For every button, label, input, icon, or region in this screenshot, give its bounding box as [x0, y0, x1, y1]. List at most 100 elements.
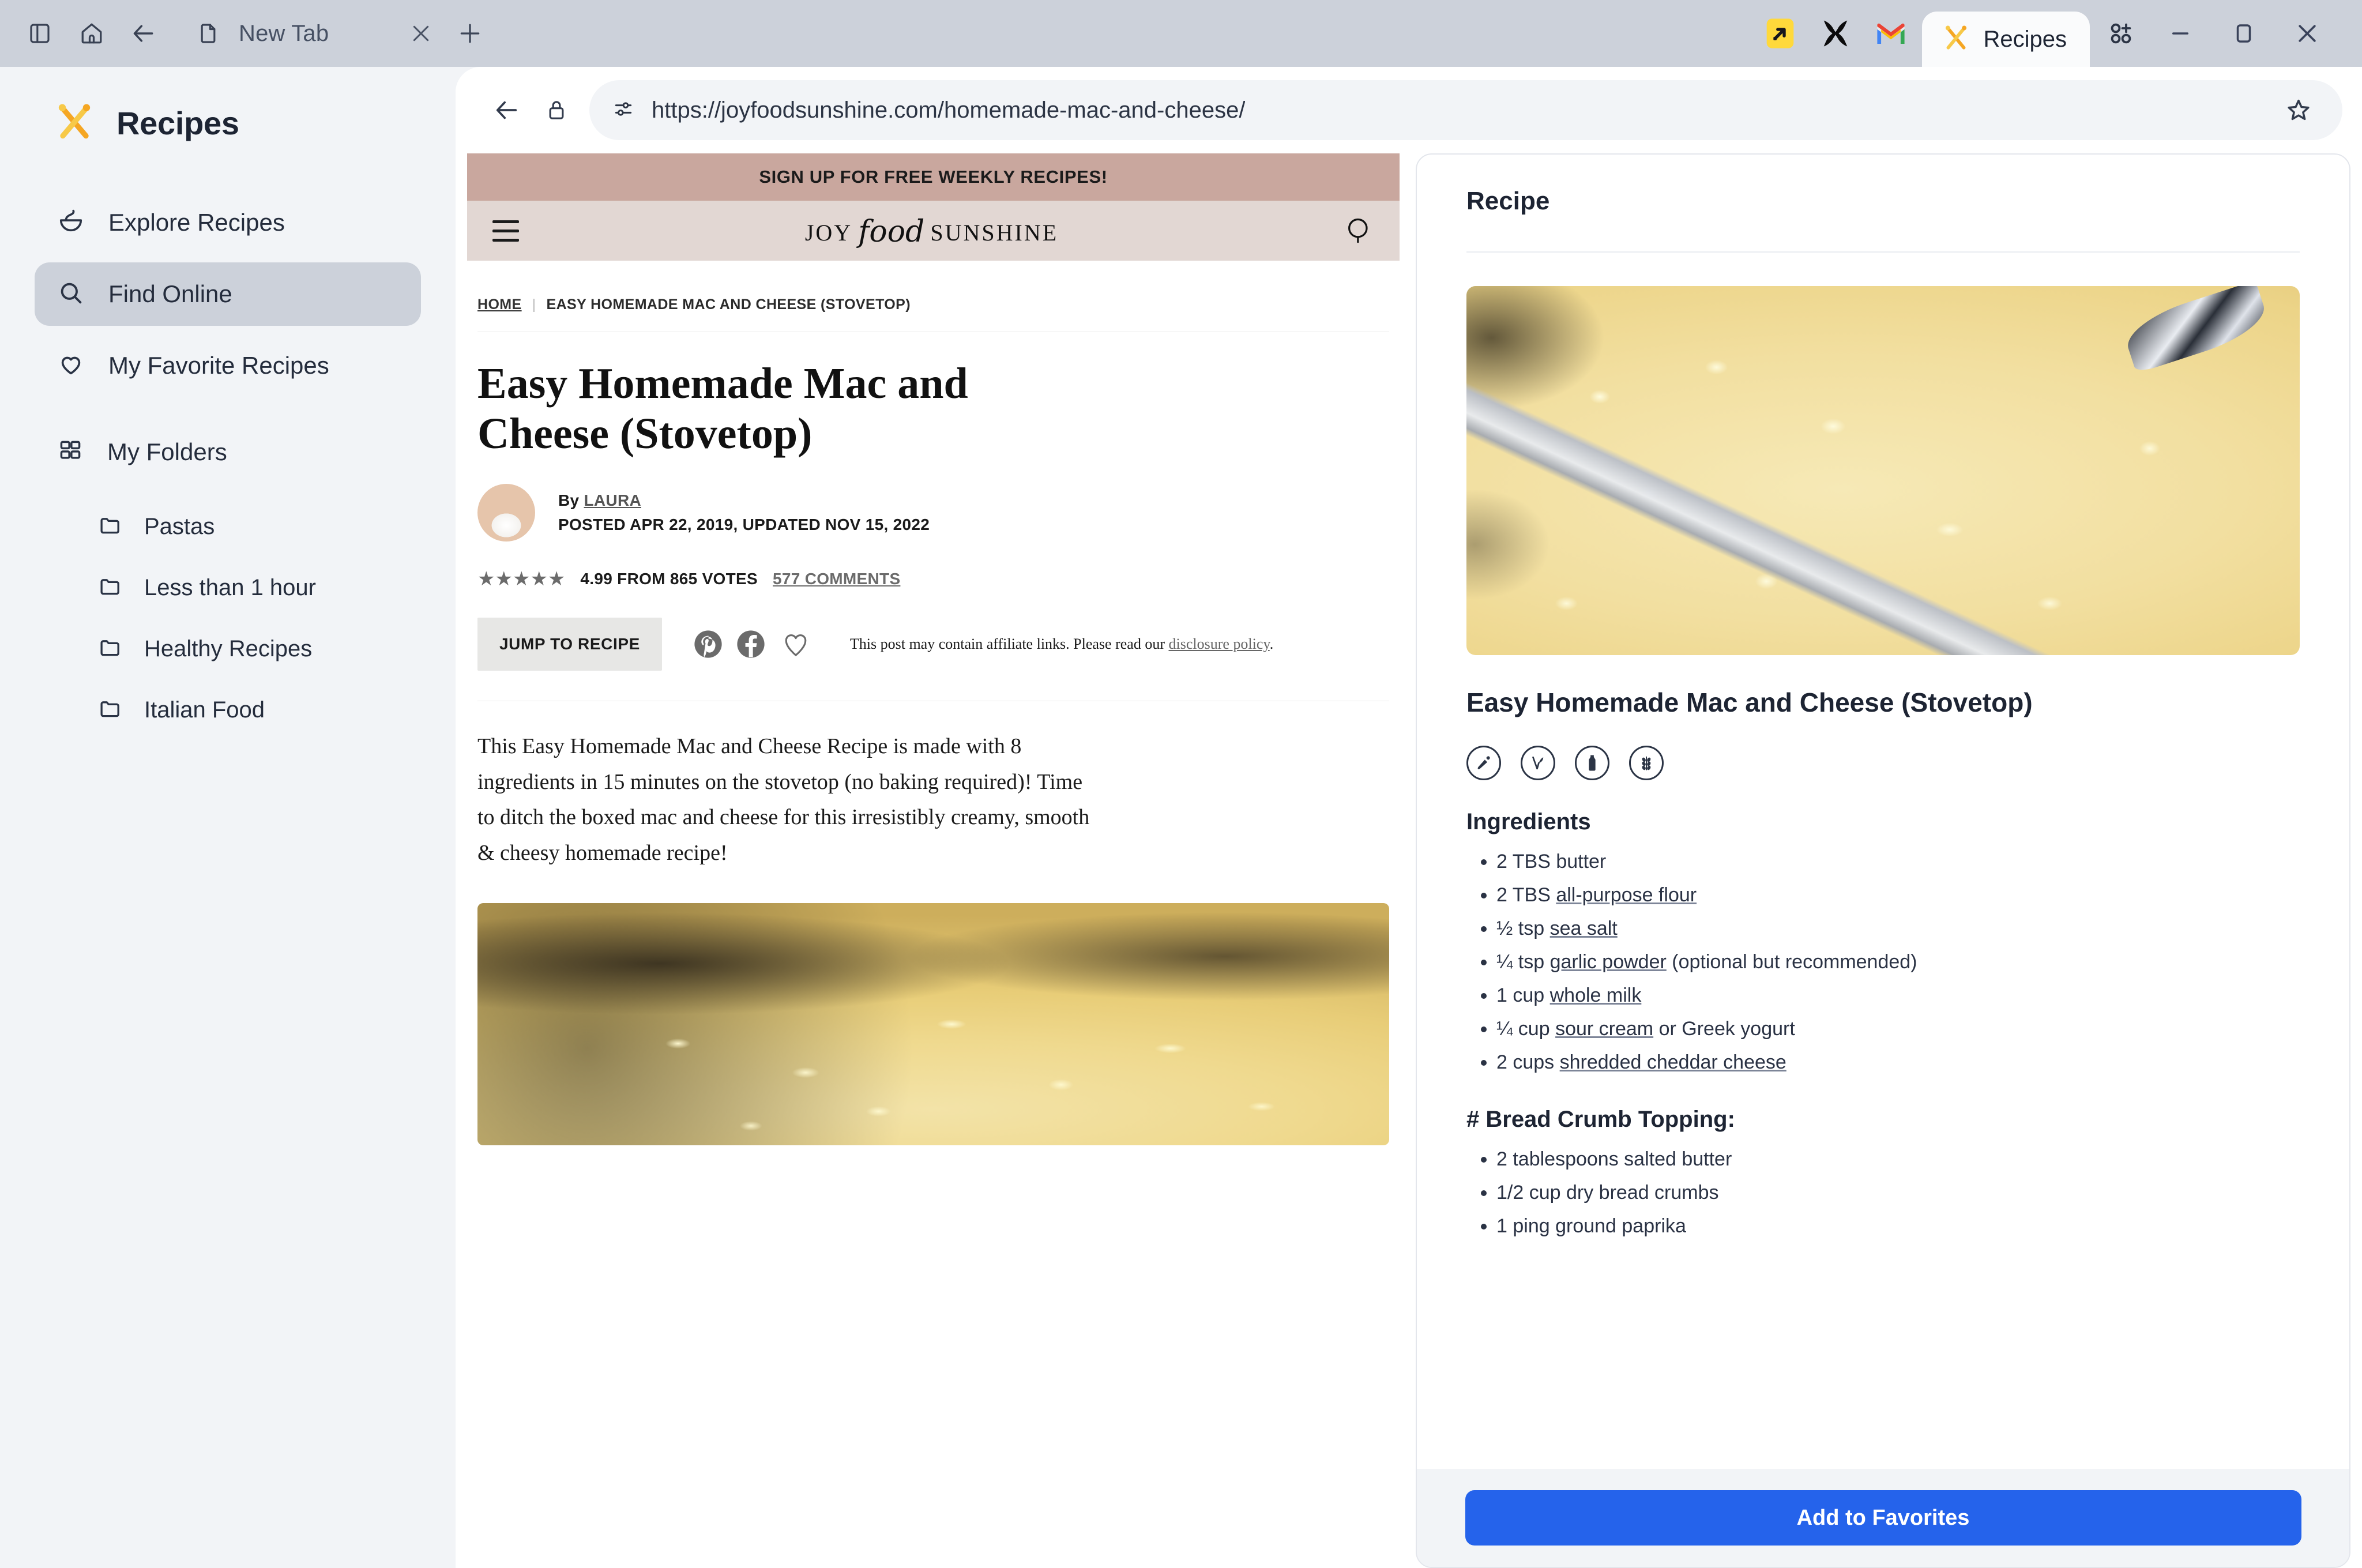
sidebar-item-label: Explore Recipes: [108, 209, 285, 236]
sidebar-item-label: My Folders: [107, 438, 227, 465]
save-heart-icon[interactable]: [777, 626, 814, 663]
affiliate-disclosure: This post may contain affiliate links. P…: [850, 636, 1273, 653]
folder-icon: [98, 697, 122, 724]
sidebar-toggle-icon[interactable]: [22, 16, 58, 51]
gmail-extension-icon[interactable]: [1863, 0, 1919, 67]
ingredient-text: butter: [1556, 851, 1607, 873]
folder-icon: [98, 574, 122, 601]
folder-icon: [98, 636, 122, 663]
list-item: 2 cups shredded cheddar cheese: [1496, 1050, 2300, 1076]
add-to-favorites-button[interactable]: Add to Favorites: [1465, 1490, 2301, 1546]
ingredient-link[interactable]: sour cream: [1555, 1018, 1653, 1040]
promo-banner[interactable]: SIGN UP FOR FREE WEEKLY RECIPES!: [467, 153, 1400, 201]
ingredient-link[interactable]: whole milk: [1550, 984, 1642, 1006]
vegan-v-icon[interactable]: [1521, 746, 1555, 781]
ingredient-amount: ¼ cup: [1496, 1017, 1556, 1040]
jump-to-recipe-button[interactable]: JUMP TO RECIPE: [477, 618, 662, 671]
logo-script: food: [858, 215, 925, 249]
wheat-icon[interactable]: [1629, 746, 1664, 781]
logo-part2: SUNSHINE: [930, 220, 1059, 246]
spoon-icon: [2120, 286, 2271, 373]
back-arrow-icon[interactable]: [482, 85, 532, 135]
disclosure-policy-link[interactable]: disclosure policy: [1168, 636, 1269, 652]
hero-image: [477, 903, 1389, 1146]
ingredient-text: 2 tablespoons salted butter: [1496, 1148, 1732, 1171]
list-item: ¼ cup sour cream or Greek yogurt: [1496, 1016, 2300, 1043]
ingredient-link[interactable]: all-purpose flour: [1556, 884, 1697, 906]
dietary-badges: [1466, 746, 2300, 781]
byline-prefix: By: [558, 491, 580, 510]
milk-bottle-icon[interactable]: [1575, 746, 1609, 781]
lock-icon[interactable]: [532, 85, 581, 135]
search-icon[interactable]: [1344, 216, 1374, 246]
browser-toolbar: https://joyfoodsunshine.com/homemade-mac…: [456, 67, 2362, 153]
grid-icon: [58, 438, 83, 467]
recipe-panel-scroll[interactable]: Recipe Easy Homemade Mac and Cheese (Sto…: [1417, 155, 2349, 1469]
minimize-button[interactable]: [2149, 0, 2212, 67]
x-extension-icon[interactable]: [1808, 0, 1863, 67]
ingredients-heading: Ingredients: [1466, 809, 1591, 835]
titlebar-left-controls: [0, 16, 161, 51]
list-item: ½ tsp sea salt: [1496, 916, 2300, 942]
ingredient-amount: 1 cup: [1496, 984, 1550, 1006]
sidebar-item-explore-recipes[interactable]: Explore Recipes: [35, 191, 421, 254]
sidebar-item-find-online[interactable]: Find Online: [35, 262, 421, 326]
logo-part1: JOY: [804, 220, 853, 246]
recipe-panel: Recipe Easy Homemade Mac and Cheese (Sto…: [1416, 153, 2350, 1568]
hamburger-icon[interactable]: [492, 220, 519, 242]
app-window: New Tab Recipes Recipes Explore Recipes …: [0, 0, 2362, 1568]
tab-title: New Tab: [239, 20, 329, 46]
close-window-button[interactable]: [2276, 0, 2339, 67]
list-item: 1 ping ground paprika: [1496, 1213, 2300, 1240]
site-logo[interactable]: JOY food SUNSHINE: [519, 213, 1344, 249]
tab-new-tab[interactable]: New Tab: [190, 0, 334, 67]
comments-link[interactable]: 577 COMMENTS: [773, 570, 900, 588]
breadcrumb-home[interactable]: HOME: [477, 296, 522, 313]
article-intro: This Easy Homemade Mac and Cheese Recipe…: [477, 734, 1090, 865]
folder-icon: [98, 513, 122, 540]
url-bar[interactable]: https://joyfoodsunshine.com/homemade-mac…: [589, 80, 2342, 140]
ingredient-amount: 2 TBS: [1496, 851, 1556, 873]
facebook-icon[interactable]: [732, 626, 769, 663]
page-title: Easy Homemade Mac and Cheese (Stovetop): [477, 359, 968, 458]
rating-score: 4.99 FROM 865 VOTES: [580, 570, 758, 588]
carrot-icon[interactable]: [1466, 746, 1501, 781]
yellow-arrow-extension-icon[interactable]: [1752, 0, 1808, 67]
star-icon[interactable]: [2278, 89, 2319, 131]
browser-content-area: https://joyfoodsunshine.com/homemade-mac…: [456, 67, 2362, 1568]
tab-recipes[interactable]: Recipes: [1922, 12, 2090, 67]
ingredient-link[interactable]: shredded cheddar cheese: [1560, 1051, 1786, 1073]
sidebar-folder-pastas[interactable]: Pastas: [35, 499, 421, 554]
byline: By LAURA POSTED APR 22, 2019, UPDATED NO…: [477, 484, 1389, 542]
list-item: 2 TBS butter: [1496, 849, 2300, 875]
back-icon[interactable]: [126, 16, 161, 51]
byline-author-row: By LAURA: [558, 491, 930, 510]
byline-author-link[interactable]: LAURA: [584, 491, 642, 509]
sidebar-folder-healthy-recipes[interactable]: Healthy Recipes: [35, 621, 421, 676]
pinterest-icon[interactable]: [690, 626, 727, 663]
list-item: 1 cup whole milk: [1496, 983, 2300, 1009]
add-extension-icon[interactable]: [2093, 0, 2149, 67]
affiliate-suffix: .: [1269, 636, 1274, 653]
divider: [1466, 251, 2300, 253]
sidebar-item-my-favorite-recipes[interactable]: My Favorite Recipes: [35, 334, 421, 397]
maximize-button[interactable]: [2212, 0, 2276, 67]
ingredient-link[interactable]: sea salt: [1550, 918, 1618, 939]
star-rating[interactable]: ★★★★★: [477, 569, 565, 589]
ingredient-link[interactable]: garlic powder: [1550, 951, 1667, 973]
recipe-image: [1466, 286, 2300, 655]
home-icon[interactable]: [74, 16, 110, 51]
sidebar-item-my-folders[interactable]: My Folders: [35, 420, 421, 484]
site-settings-icon[interactable]: [612, 98, 634, 123]
close-tab-button[interactable]: [404, 16, 438, 51]
panel-footer: Add to Favorites: [1417, 1469, 2349, 1567]
sidebar-folder-less-than-1-hour[interactable]: Less than 1 hour: [35, 560, 421, 615]
rendered-webpage: SIGN UP FOR FREE WEEKLY RECIPES! JOY food…: [467, 153, 1400, 1568]
new-tab-button[interactable]: [452, 16, 488, 51]
sidebar-folder-italian-food[interactable]: Italian Food: [35, 682, 421, 738]
topping-heading: # Bread Crumb Topping:: [1466, 1107, 1735, 1133]
ingredient-text: 1/2 cup dry bread crumbs: [1496, 1182, 1719, 1204]
site-header: JOY food SUNSHINE: [467, 201, 1400, 261]
url-text[interactable]: https://joyfoodsunshine.com/homemade-mac…: [652, 97, 1245, 123]
panel-heading: Recipe: [1466, 187, 1550, 215]
